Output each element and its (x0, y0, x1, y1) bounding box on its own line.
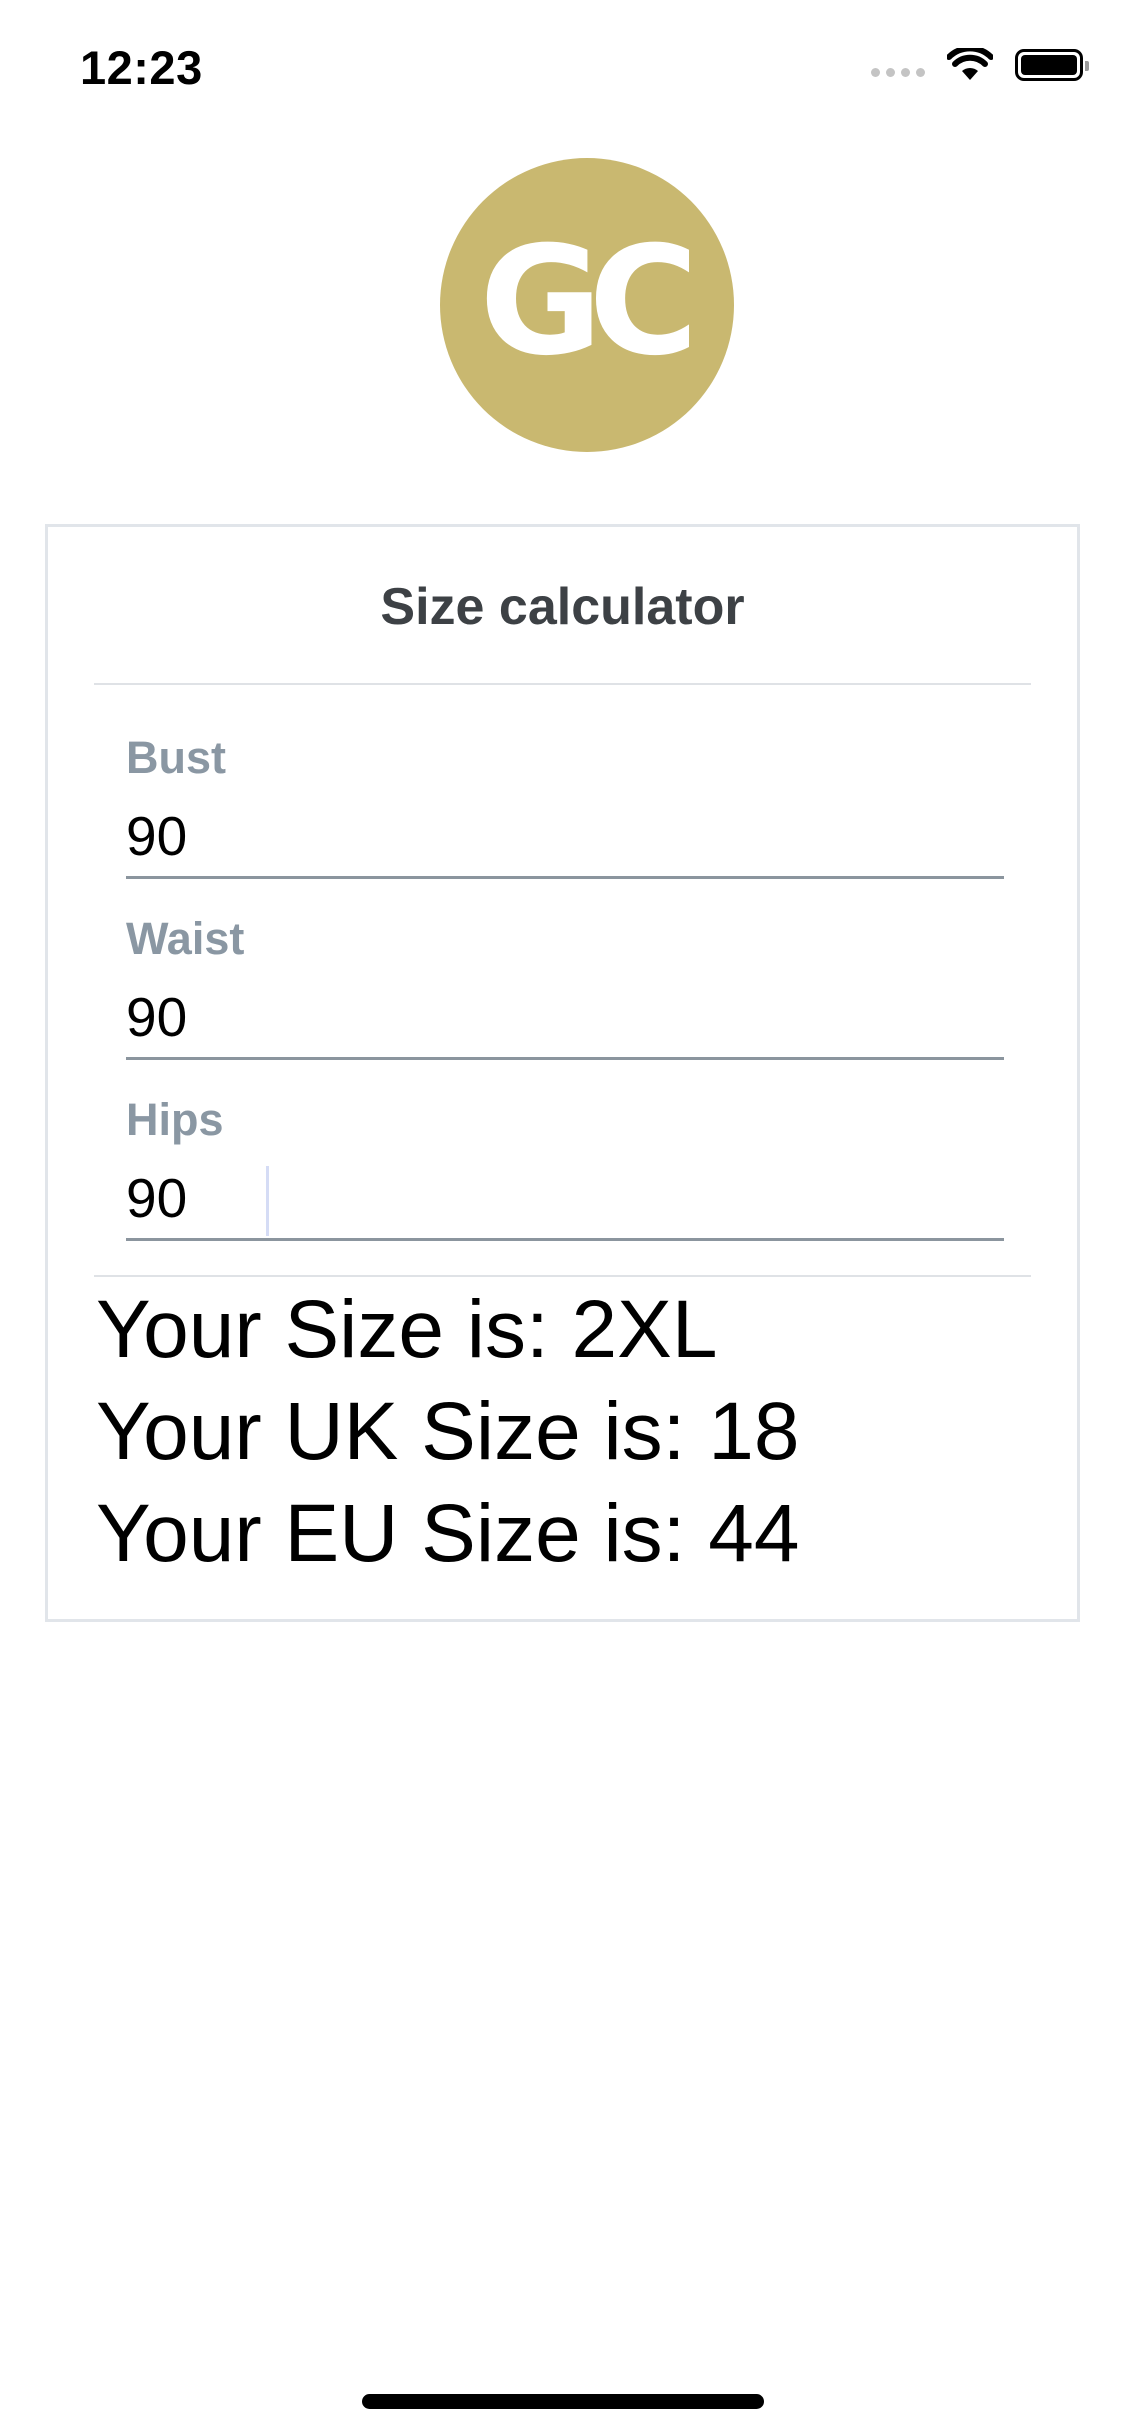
results-divider (94, 1275, 1031, 1277)
hips-input[interactable] (126, 1158, 1004, 1241)
status-bar: 12:23 (0, 0, 1125, 132)
bust-field: Bust (126, 732, 1004, 910)
brand-logo: GC (440, 158, 734, 452)
title-divider (94, 683, 1031, 685)
hips-field: Hips (126, 1094, 1004, 1272)
logo-text: GC (479, 215, 698, 389)
hips-label: Hips (126, 1094, 224, 1145)
wifi-icon (947, 48, 993, 80)
status-time: 12:23 (80, 41, 203, 94)
home-indicator[interactable] (362, 2394, 764, 2409)
battery-icon (1015, 49, 1089, 81)
card-title: Size calculator (380, 578, 745, 636)
eu-size-result: Your EU Size is: 44 (96, 1488, 800, 1579)
bust-input[interactable] (126, 796, 1004, 879)
bust-label: Bust (126, 732, 226, 783)
size-result: Your Size is: 2XL (96, 1284, 718, 1375)
waist-field: Waist (126, 913, 1004, 1091)
results: Your Size is: 2XL Your UK Size is: 18 Yo… (96, 1279, 799, 1585)
status-icons (871, 48, 1089, 82)
signal-dots-icon (871, 67, 925, 77)
text-caret (266, 1166, 269, 1236)
waist-label: Waist (126, 913, 245, 964)
waist-input[interactable] (126, 977, 1004, 1060)
uk-size-result: Your UK Size is: 18 (96, 1386, 800, 1477)
size-calculator-card: Size calculator Bust Waist Hips Your Siz… (45, 524, 1080, 1622)
